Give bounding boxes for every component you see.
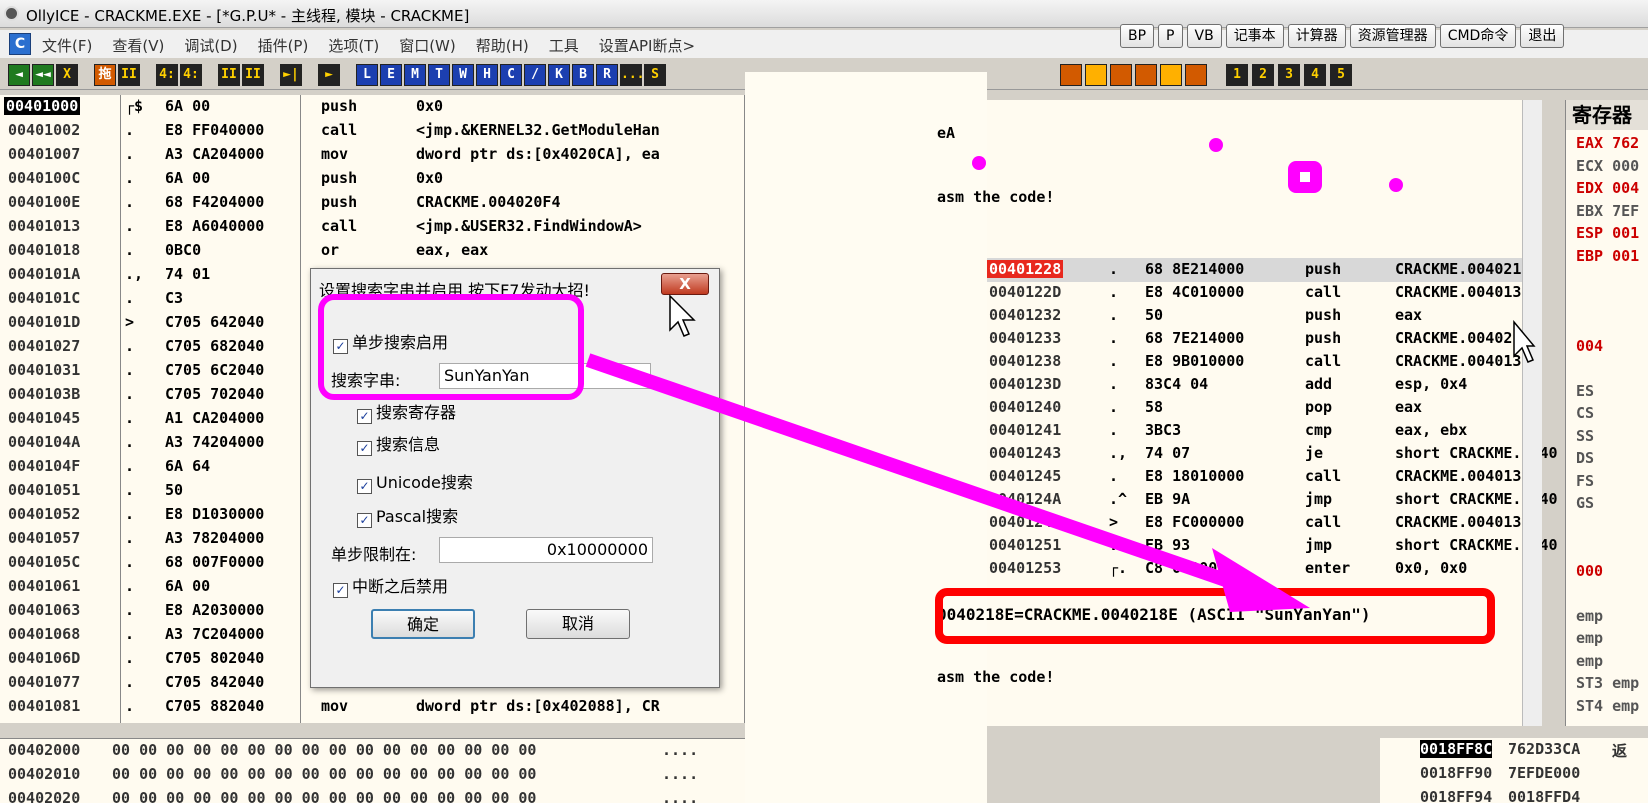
annotation-dot — [972, 156, 986, 170]
annotation-arrow-icon — [585, 353, 1310, 612]
annotation-dot — [1209, 138, 1223, 152]
annotation-marker — [1288, 161, 1322, 193]
annotation-dot — [1389, 178, 1403, 192]
